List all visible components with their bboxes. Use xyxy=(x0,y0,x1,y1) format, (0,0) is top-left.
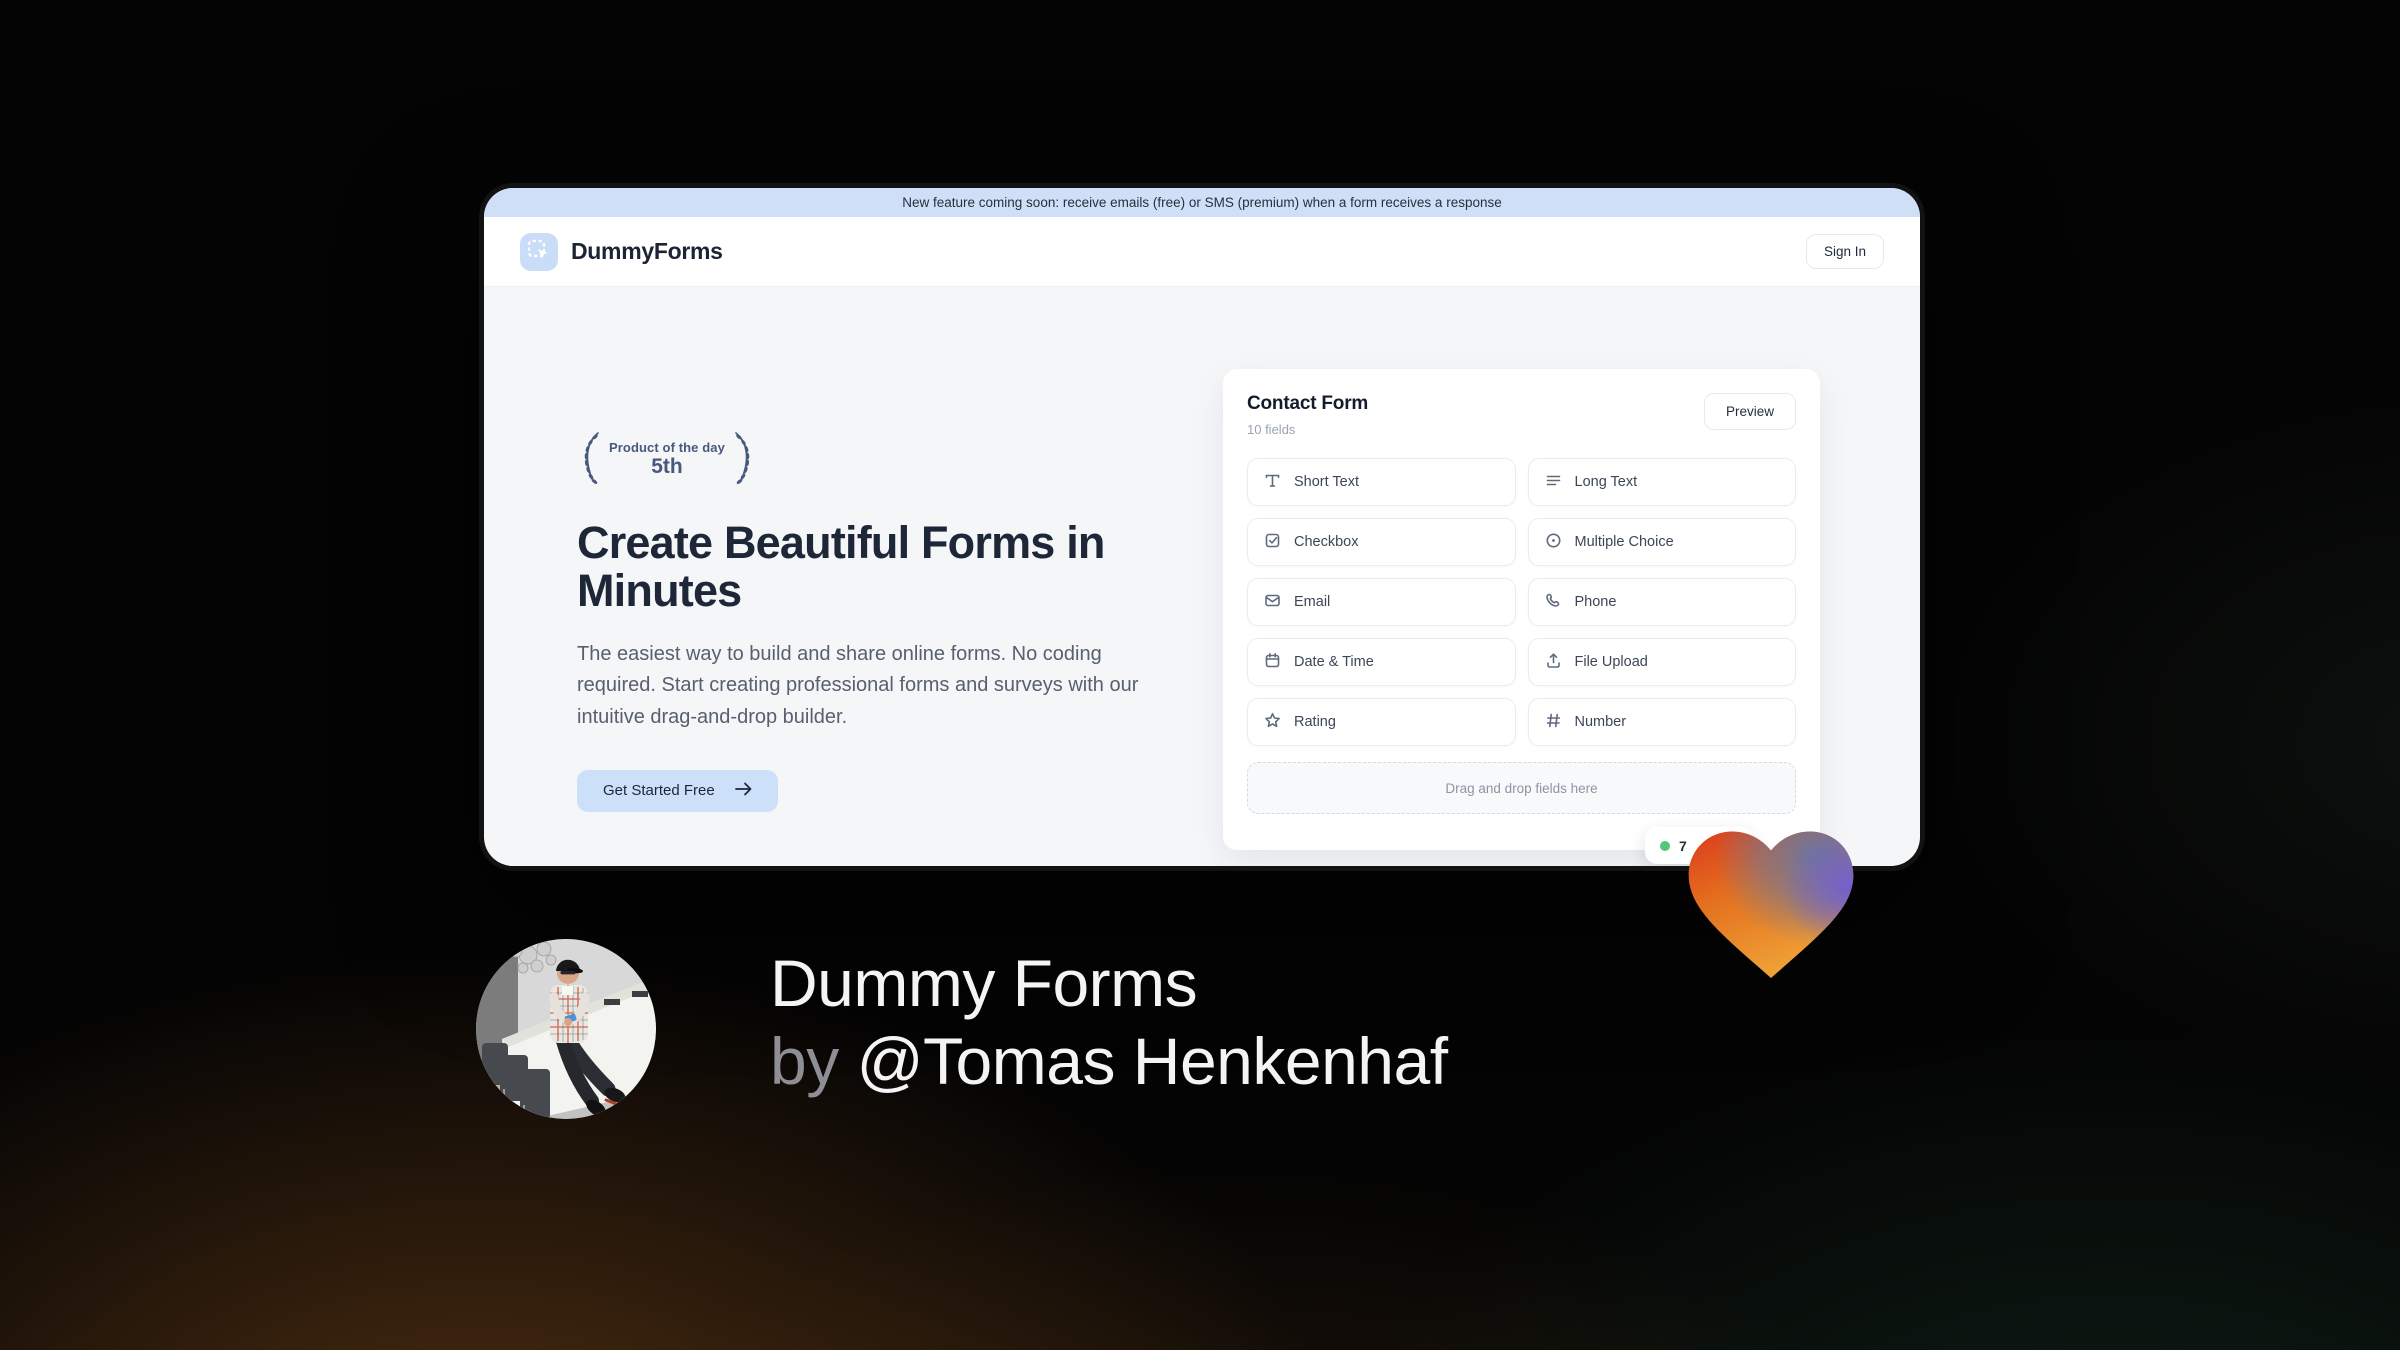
field-count: 10 fields xyxy=(1247,422,1296,437)
field-label: Short Text xyxy=(1294,474,1360,490)
card-titles: Contact Form 10 fields xyxy=(1247,393,1368,437)
field-type-grid: Short Text Long Text Checkbox Multiple C… xyxy=(1247,458,1796,746)
field-label: File Upload xyxy=(1574,654,1648,670)
field-type-file-upload[interactable]: File Upload xyxy=(1527,638,1796,686)
promo-canvas: New feature coming soon: receive emails … xyxy=(0,0,2400,1350)
cta-label: Get Started Free xyxy=(603,782,715,800)
dummyforms-logo-icon xyxy=(520,232,558,271)
field-label: Phone xyxy=(1574,594,1617,610)
form-title: Contact Form xyxy=(1247,393,1369,414)
preview-button[interactable]: Preview xyxy=(1703,393,1796,430)
calendar-icon xyxy=(1264,652,1281,673)
brand: DummyForms xyxy=(520,232,723,271)
field-label: Number xyxy=(1574,714,1627,730)
field-type-number[interactable]: Number xyxy=(1527,698,1796,746)
checkbox-icon xyxy=(1264,532,1281,553)
field-type-checkbox[interactable]: Checkbox xyxy=(1247,518,1516,566)
award-text: Product of the day 5th xyxy=(607,440,727,479)
browser-window: New feature coming soon: receive emails … xyxy=(479,183,1925,871)
award-rank: 5th xyxy=(651,455,683,478)
field-type-phone[interactable]: Phone xyxy=(1527,578,1796,626)
laurel-right-icon xyxy=(731,429,757,490)
announcement-text: New feature coming soon: receive emails … xyxy=(902,195,1502,210)
arrow-right-icon xyxy=(734,782,752,800)
lines-icon xyxy=(1545,472,1562,493)
field-type-long-text[interactable]: Long Text xyxy=(1527,458,1796,506)
envelope-icon xyxy=(1264,592,1281,613)
sign-in-button[interactable]: Sign In xyxy=(1805,234,1884,269)
field-type-email[interactable]: Email xyxy=(1247,578,1516,626)
gradient-heart-icon xyxy=(1676,809,1866,992)
field-label: Checkbox xyxy=(1294,534,1359,550)
field-label: Date & Time xyxy=(1294,654,1374,670)
announcement-banner: New feature coming soon: receive emails … xyxy=(484,188,1920,217)
app-header: DummyForms Sign In xyxy=(484,217,1920,287)
author-avatar xyxy=(476,939,656,1119)
drag-drop-zone[interactable]: Drag and drop fields here xyxy=(1247,762,1796,814)
form-builder-card: Contact Form 10 fields Preview Short Tex… xyxy=(1223,369,1820,850)
text-icon xyxy=(1264,472,1281,493)
field-type-date-time[interactable]: Date & Time xyxy=(1247,638,1516,686)
field-type-multiple-choice[interactable]: Multiple Choice xyxy=(1527,518,1796,566)
caption: Dummy Forms by @Tomas Henkenhaf xyxy=(770,944,1448,1100)
hero-section: Product of the day 5th Create Beautiful … xyxy=(577,429,1177,812)
upload-icon xyxy=(1545,652,1562,673)
green-dot-icon xyxy=(1660,840,1670,851)
dropzone-label: Drag and drop fields here xyxy=(1445,780,1598,796)
field-label: Rating xyxy=(1294,714,1336,730)
card-header: Contact Form 10 fields Preview xyxy=(1247,393,1796,437)
get-started-button[interactable]: Get Started Free xyxy=(577,769,778,812)
hash-icon xyxy=(1545,712,1562,733)
app-screen: New feature coming soon: receive emails … xyxy=(484,188,1920,866)
award-title: Product of the day xyxy=(609,440,725,455)
radio-icon xyxy=(1545,532,1562,553)
field-label: Multiple Choice xyxy=(1574,534,1674,550)
hero-description: The easiest way to build and share onlin… xyxy=(577,643,1139,728)
phone-icon xyxy=(1545,592,1562,613)
field-label: Email xyxy=(1294,594,1331,610)
main-content: Product of the day 5th Create Beautiful … xyxy=(484,287,1920,866)
caption-by: by xyxy=(770,1024,839,1098)
laurel-left-icon xyxy=(577,429,603,490)
caption-author: @Tomas Henkenhaf xyxy=(856,1024,1448,1098)
star-icon xyxy=(1264,712,1281,733)
caption-title: Dummy Forms xyxy=(770,946,1198,1020)
brand-name: DummyForms xyxy=(571,238,723,264)
product-of-the-day-badge: Product of the day 5th xyxy=(577,429,1177,490)
field-type-short-text[interactable]: Short Text xyxy=(1247,458,1516,506)
field-label: Long Text xyxy=(1574,474,1638,490)
field-type-rating[interactable]: Rating xyxy=(1247,698,1516,746)
caption-byline: by @Tomas Henkenhaf xyxy=(770,1022,1448,1100)
hero-heading: Create Beautiful Forms in Minutes xyxy=(577,517,1105,617)
